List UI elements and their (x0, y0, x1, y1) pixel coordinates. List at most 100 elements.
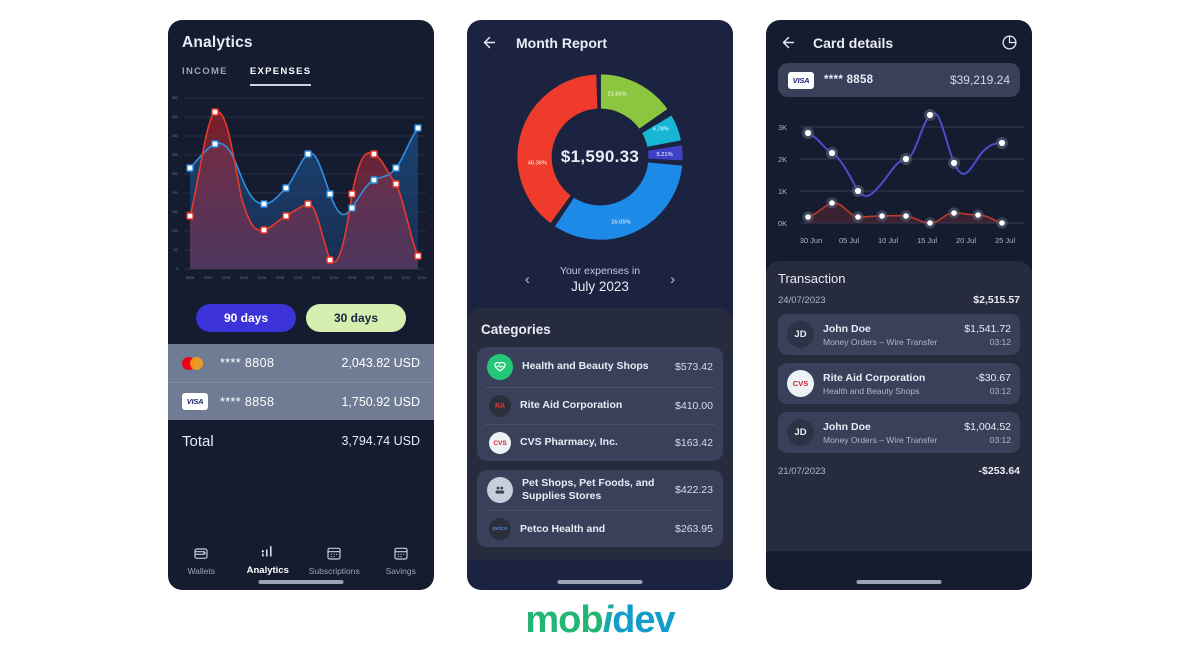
pie-chart-icon[interactable] (1001, 34, 1018, 51)
range-30-days[interactable]: 30 days (306, 304, 406, 332)
x-axis-labels: 30 Jun 05 Jul 10 Jul 15 Jul 20 Jul 25 Ju… (800, 236, 1016, 245)
logo-part-2: i (602, 599, 614, 641)
category-amount: $573.42 (675, 361, 713, 373)
chart-svg: 450 400 350 300 250 200 150 100 50 0 06/… (172, 96, 426, 280)
account-row[interactable]: **** 8808 2,043.82 USD (168, 344, 434, 382)
period-value: July 2023 (571, 279, 629, 294)
nav-label: Savings (385, 566, 416, 576)
paw-icon (495, 486, 504, 494)
transaction-row[interactable]: JD John Doe Money Orders – Wire Transfer… (778, 314, 1020, 355)
expenses-donut-chart[interactable]: 21.65% 6.78% 5.21% 16.05% 46.36% $1,590.… (467, 51, 733, 263)
range-90-days[interactable]: 90 days (196, 304, 296, 332)
card-activity-chart[interactable]: 3K 2K 1K 0K 30 Jun 05 Jul 10 Jul 15 Jul … (766, 97, 1032, 257)
card-summary[interactable]: VISA **** 8858 $39,219.24 (778, 63, 1020, 97)
account-list: **** 8808 2,043.82 USD VISA **** 8858 1,… (168, 344, 434, 420)
account-row[interactable]: VISA **** 8858 1,750.92 USD (168, 382, 434, 420)
svg-text:07/03: 07/03 (222, 276, 231, 280)
svg-text:50: 50 (174, 248, 178, 252)
total-label: Total (182, 432, 214, 450)
category-child-row[interactable]: CVS CVS Pharmacy, Inc. $163.42 (485, 424, 715, 461)
svg-text:07/10: 07/10 (294, 276, 303, 280)
slice-label-green: 21.65% (607, 91, 626, 97)
transaction-date-header: 24/07/2023 $2,515.57 (778, 294, 1020, 306)
svg-text:07/06: 07/06 (258, 276, 267, 280)
transaction-name: John Doe (823, 420, 871, 433)
category-name: Rite Aid Corporation (520, 399, 623, 412)
visa-icon: VISA (182, 393, 208, 410)
card-number: **** 8858 (824, 74, 874, 86)
svg-text:200: 200 (172, 191, 178, 195)
transaction-day-total: -$253.64 (978, 465, 1020, 477)
back-arrow-icon[interactable] (481, 34, 498, 51)
svg-text:07/14: 07/14 (330, 276, 339, 280)
category-group: Pet Shops, Pet Foods, and Supplies Store… (477, 470, 723, 548)
transaction-name: John Doe (823, 322, 871, 335)
svg-text:20 Jul: 20 Jul (956, 236, 976, 245)
transaction-row[interactable]: CVS Rite Aid Corporation Health and Beau… (778, 363, 1020, 404)
back-arrow-icon[interactable] (780, 34, 797, 51)
category-name: Health and Beauty Shops (522, 360, 649, 373)
svg-text:100: 100 (172, 229, 178, 233)
blue-markers (802, 109, 1008, 197)
svg-text:0: 0 (176, 267, 178, 271)
transaction-category: Money Orders – Wire Transfer (823, 336, 938, 347)
nav-label: Wallets (187, 566, 216, 576)
next-month-button[interactable]: › (670, 271, 675, 288)
rite-aid-logo: RA (489, 395, 511, 417)
svg-text:07/16: 07/16 (348, 276, 357, 280)
nav-item-wallets[interactable]: Wallets (170, 545, 232, 576)
category-name: CVS Pharmacy, Inc. (520, 436, 618, 449)
svg-text:250: 250 (172, 172, 178, 176)
nav-item-savings[interactable]: Savings (370, 545, 432, 576)
svg-text:30 Jun: 30 Jun (800, 236, 823, 245)
svg-text:05 Jul: 05 Jul (839, 236, 859, 245)
donut-total: $1,590.33 (560, 147, 640, 166)
phone-analytics: Analytics INCOME EXPENSES 450 400 350 30… (168, 20, 434, 590)
bar-chart-icon (262, 546, 272, 557)
transaction-name: Rite Aid Corporation (823, 371, 926, 384)
account-amount: 1,750.92 USD (341, 394, 420, 409)
nav-item-subscriptions[interactable]: Subscriptions (303, 545, 365, 576)
transaction-amount: -$30.67 (975, 371, 1011, 384)
account-number: **** 8858 (220, 394, 275, 409)
phone-card-details: Card details VISA **** 8858 $39,219.24 3… (766, 20, 1032, 590)
account-number: **** 8808 (220, 356, 275, 370)
transaction-date: 24/07/2023 (778, 294, 826, 306)
category-child-row[interactable]: petco Petco Health and $263.95 (485, 510, 715, 547)
cvs-logo: CVS (489, 432, 511, 454)
total-row: Total 3,794.74 USD (168, 420, 434, 462)
header: Card details (766, 20, 1032, 51)
tab-income[interactable]: INCOME (182, 66, 228, 86)
transaction-day-total: $2,515.57 (973, 294, 1020, 306)
svg-text:15 Jul: 15 Jul (917, 236, 937, 245)
category-amount: $422.23 (675, 484, 713, 497)
prev-month-button[interactable]: ‹ (525, 271, 530, 288)
svg-text:10 Jul: 10 Jul (878, 236, 898, 245)
calendar-icon (394, 547, 408, 560)
slice-label-red: 46.36% (528, 161, 547, 167)
category-child-row[interactable]: RA Rite Aid Corporation $410.00 (485, 387, 715, 424)
category-parent-row[interactable]: Health and Beauty Shops $573.42 (485, 347, 715, 387)
transaction-row[interactable]: JD John Doe Money Orders – Wire Transfer… (778, 412, 1020, 453)
expenses-line-chart[interactable]: 450 400 350 300 250 200 150 100 50 0 06/… (168, 88, 434, 300)
pets-icon (487, 477, 513, 504)
nav-item-analytics[interactable]: Analytics (237, 544, 299, 576)
heartbeat-icon (487, 354, 513, 380)
svg-text:07/20: 07/20 (384, 276, 393, 280)
tab-expenses[interactable]: EXPENSES (249, 66, 312, 86)
transactions-panel: Transaction 24/07/2023 $2,515.57 JD John… (766, 261, 1032, 551)
transaction-info: John Doe Money Orders – Wire Transfer (823, 323, 937, 347)
transaction-amount-block: $1,004.52 03:12 (964, 421, 1011, 445)
category-group: Health and Beauty Shops $573.42 RA Rite … (477, 347, 723, 461)
transaction-info: John Doe Money Orders – Wire Transfer (823, 421, 937, 445)
slice-label-cyan: 6.78% (653, 126, 669, 132)
category-parent-row[interactable]: Pet Shops, Pet Foods, and Supplies Store… (485, 470, 715, 510)
avatar: JD (787, 419, 814, 446)
range-selector: 90 days 30 days (168, 304, 434, 332)
total-amount: 3,794.74 USD (341, 434, 420, 448)
transaction-info: Rite Aid Corporation Health and Beauty S… (823, 372, 925, 396)
svg-text:07/01: 07/01 (204, 276, 213, 280)
svg-text:06/28: 06/28 (186, 276, 195, 280)
card-balance: $39,219.24 (949, 73, 1010, 87)
svg-text:300: 300 (172, 153, 178, 157)
